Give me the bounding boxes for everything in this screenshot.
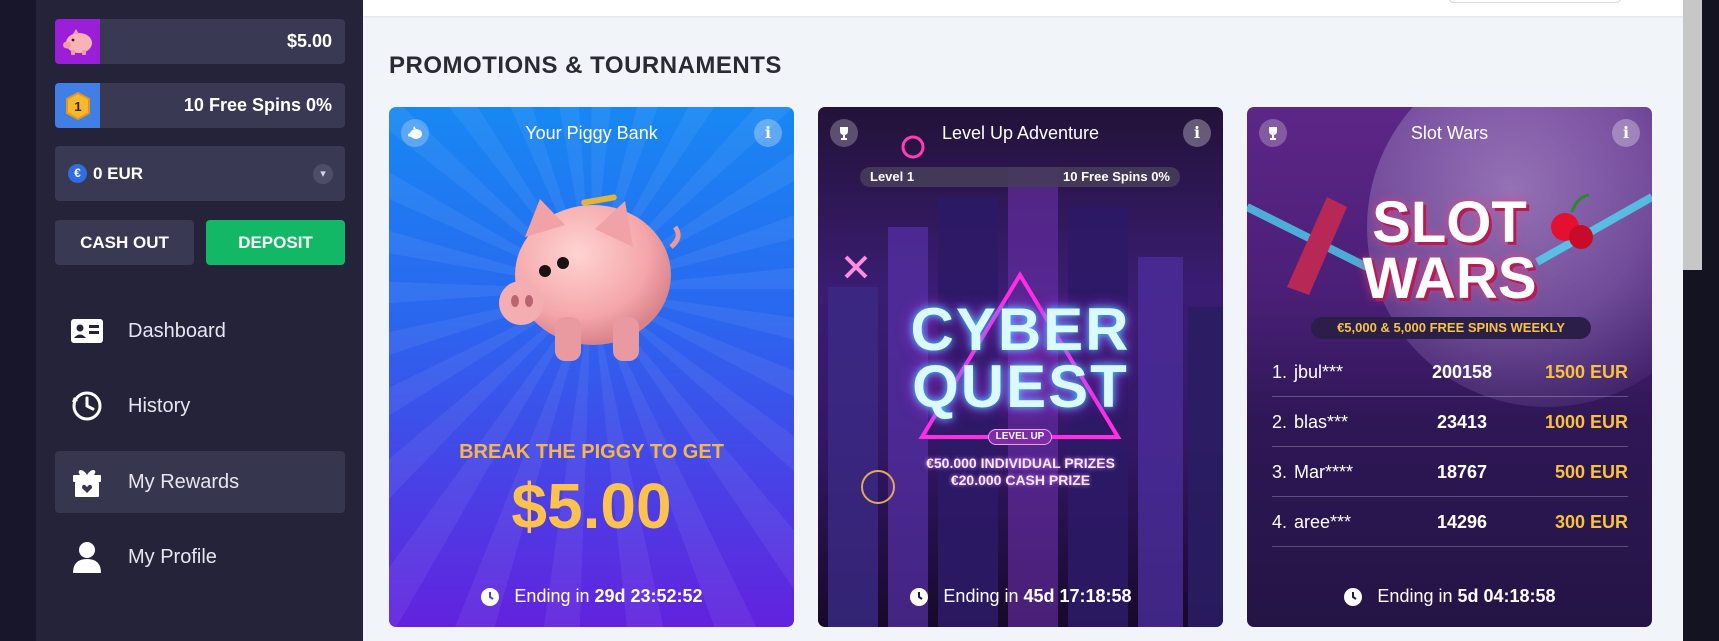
info-icon[interactable]: i xyxy=(754,119,782,147)
profile-icon xyxy=(69,539,105,575)
chevron-down-icon: ▾ xyxy=(313,164,333,184)
info-icon[interactable]: i xyxy=(1183,119,1211,147)
ending-time: 45d 17:18:58 xyxy=(1023,586,1132,606)
rank: 2. xyxy=(1272,412,1288,432)
piggy-amount: $5.00 xyxy=(511,470,672,542)
card-title: Level Up Adventure xyxy=(941,123,1100,143)
player-prize: 300 EUR xyxy=(1554,512,1628,532)
euro-coin-icon: € xyxy=(68,164,87,183)
player-prize: 1500 EUR xyxy=(1544,362,1628,382)
card-title: Your Piggy Bank xyxy=(525,123,658,143)
player-name: aree*** xyxy=(1294,512,1352,532)
piggy-balance-bar[interactable]: $5.00 xyxy=(55,19,345,64)
scrollbar-thumb[interactable] xyxy=(1683,0,1702,270)
piggy-icon xyxy=(55,19,100,64)
left-edge xyxy=(0,0,36,641)
level-up-adventure-card[interactable]: Level Up Adventure i Level 1 10 Free Spi… xyxy=(818,107,1223,627)
ending-text: Ending in 45d 17:18:58 xyxy=(943,586,1131,607)
player-prize: 500 EUR xyxy=(1554,462,1628,482)
nav-item-dashboard[interactable]: Dashboard xyxy=(55,300,345,362)
ending-prefix: Ending in xyxy=(1377,586,1453,606)
rank: 3. xyxy=(1272,462,1288,482)
leaderboard-row: 1. jbul*** 200158 1500 EUR xyxy=(1272,347,1628,397)
player-score: 23413 xyxy=(1436,412,1488,432)
cash-out-button[interactable]: CASH OUT xyxy=(55,220,194,265)
info-icon[interactable]: i xyxy=(1612,119,1640,147)
ending-text: Ending in 29d 23:52:52 xyxy=(514,586,702,607)
player-score: 200158 xyxy=(1431,362,1493,382)
ending-timer: Ending in 29d 23:52:52 xyxy=(389,586,794,607)
ending-time: 29d 23:52:52 xyxy=(594,586,703,606)
ending-prefix: Ending in xyxy=(943,586,1019,606)
cyber-logo-line2: QUEST xyxy=(912,353,1129,420)
ending-prefix: Ending in xyxy=(514,586,590,606)
player-score: 18767 xyxy=(1436,462,1488,482)
free-spins-bar[interactable]: 1 10 Free Spins 0% xyxy=(55,83,345,128)
rank: 1. xyxy=(1272,362,1288,382)
level-label: Level 1 xyxy=(870,169,915,184)
piggy-balance-value: $5.00 xyxy=(286,31,332,51)
slot-wars-card[interactable]: Slot Wars i SLOT WARS €5,000 & 5,000 FRE… xyxy=(1247,107,1652,627)
ending-timer: Ending in 5d 04:18:58 xyxy=(1247,586,1652,607)
piggy-bank-card[interactable]: Your Piggy Bank i BREAK THE PIGGY TO GET… xyxy=(389,107,794,627)
nav-label-my-rewards: My Rewards xyxy=(128,471,240,493)
clock-icon xyxy=(910,587,929,606)
level-progress-bar: Level 1 10 Free Spins 0% xyxy=(860,167,1180,187)
nav-label-dashboard: Dashboard xyxy=(128,320,226,342)
currency-value: 0 EUR xyxy=(93,164,144,183)
player-name: jbul*** xyxy=(1294,362,1344,382)
level-up-badge: LEVEL UP xyxy=(988,429,1052,445)
clock-icon xyxy=(1344,587,1363,606)
app-root: $5.00 1 10 Free Spins 0% € 0 EUR ▾ CASH … xyxy=(0,0,1719,641)
history-icon xyxy=(69,388,105,424)
leaderboard-row: 2. blas*** 23413 1000 EUR xyxy=(1272,397,1628,447)
nav-label-my-profile: My Profile xyxy=(128,546,217,568)
clock-icon xyxy=(481,587,500,606)
top-bar xyxy=(363,0,1683,16)
top-bar-pill[interactable] xyxy=(1448,0,1622,3)
free-spins-value: 10 Free Spins 0% xyxy=(183,95,332,115)
level-spins-label: 10 Free Spins 0% xyxy=(1063,169,1170,184)
piggy-illustration xyxy=(499,194,681,361)
leaderboard-row: 3. Mar**** 18767 500 EUR xyxy=(1272,447,1628,497)
player-prize: 1000 EUR xyxy=(1544,412,1628,432)
ending-text: Ending in 5d 04:18:58 xyxy=(1377,586,1555,607)
card-title: Slot Wars xyxy=(1410,123,1489,143)
section-title: PROMOTIONS & TOURNAMENTS xyxy=(389,52,782,79)
nav-item-my-rewards[interactable]: My Rewards xyxy=(55,451,345,513)
slot-logo-line2: WARS xyxy=(1362,246,1537,311)
prize-line-2: €20.000 CASH PRIZE xyxy=(950,472,1091,488)
dashboard-icon xyxy=(69,313,105,349)
rank: 4. xyxy=(1272,512,1288,532)
level-badge-icon: 1 xyxy=(55,83,100,128)
deposit-button[interactable]: DEPOSIT xyxy=(206,220,345,265)
level-badge-text: 1 xyxy=(74,99,81,114)
player-score: 14296 xyxy=(1436,512,1488,532)
break-piggy-text: BREAK THE PIGGY TO GET xyxy=(459,441,724,463)
nav-item-my-profile[interactable]: My Profile xyxy=(55,526,345,588)
ending-timer: Ending in 45d 17:18:58 xyxy=(818,586,1223,607)
gift-icon xyxy=(69,464,105,500)
currency-selector[interactable]: € 0 EUR ▾ xyxy=(55,146,345,201)
weekly-prize-banner: €5,000 & 5,000 FREE SPINS WEEKLY xyxy=(1311,317,1591,339)
nav-item-history[interactable]: History xyxy=(55,375,345,437)
ending-time: 5d 04:18:58 xyxy=(1457,586,1556,606)
player-name: Mar**** xyxy=(1294,462,1354,482)
leaderboard-row: 4. aree*** 14296 300 EUR xyxy=(1272,497,1628,547)
player-name: blas*** xyxy=(1294,412,1349,432)
nav-label-history: History xyxy=(128,395,191,417)
sidebar: $5.00 1 10 Free Spins 0% € 0 EUR ▾ CASH … xyxy=(36,0,363,641)
prize-line-1: €50.000 INDIVIDUAL PRIZES xyxy=(926,455,1115,471)
leaderboard: 1. jbul*** 200158 1500 EUR 2. blas*** 23… xyxy=(1272,347,1628,547)
